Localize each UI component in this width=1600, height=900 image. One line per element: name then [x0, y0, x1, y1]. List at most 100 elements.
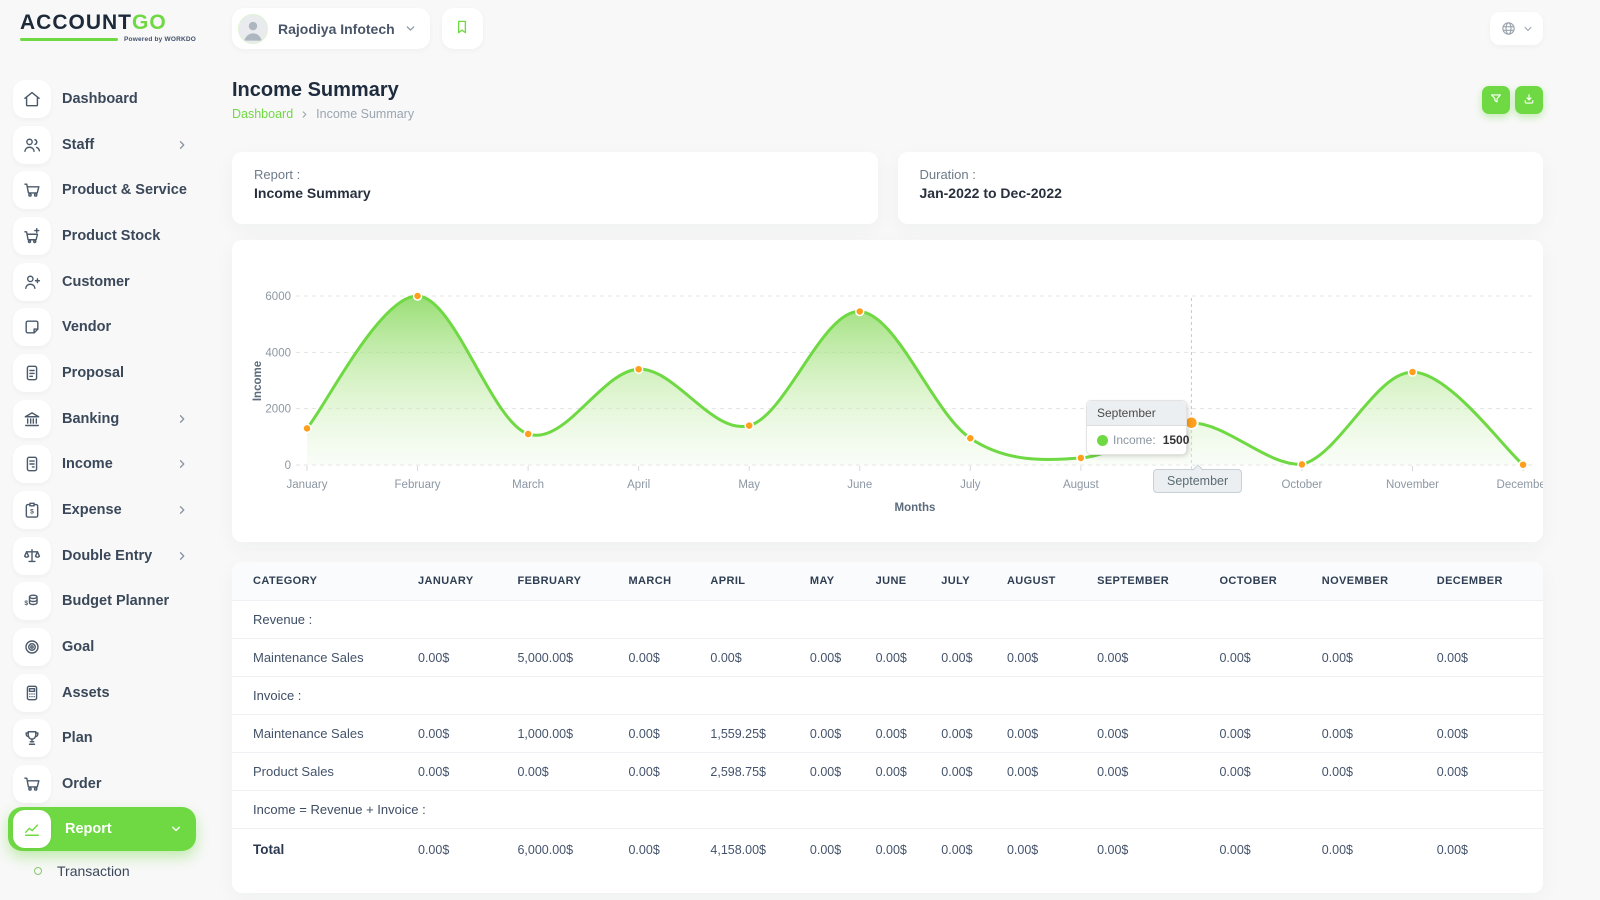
table-cell: 0.00$	[702, 639, 802, 677]
table-cell: 0.00$	[1211, 829, 1313, 871]
target-icon	[13, 628, 51, 666]
sidebar-item-plan[interactable]: Plan	[0, 716, 210, 762]
table-cell: 1,000.00$	[509, 715, 620, 753]
sidebar-item-label: Proposal	[62, 365, 124, 381]
column-header-february: February	[509, 562, 620, 601]
userplus-icon	[13, 263, 51, 301]
data-point-january[interactable]	[303, 424, 311, 432]
coins-icon: $	[13, 582, 51, 620]
sidebar-item-label: Assets	[62, 685, 110, 701]
data-point-march[interactable]	[524, 430, 532, 438]
sidebar-item-budget-planner[interactable]: $Budget Planner	[0, 579, 210, 625]
cartplus-icon	[13, 217, 51, 255]
sidebar-item-assets[interactable]: Assets	[0, 670, 210, 716]
table-cell: 0.00$	[620, 639, 702, 677]
table-row-section-revenue: Revenue :	[232, 601, 1543, 639]
data-point-november[interactable]	[1409, 368, 1417, 376]
table-cell: 0.00$	[933, 753, 999, 791]
income-area-chart[interactable]: 0200040006000JanuaryFebruaryMarchAprilMa…	[232, 240, 1543, 542]
sidebar-item-label: Expense	[62, 502, 122, 518]
table-cell: 0.00$	[933, 829, 999, 871]
data-point-august[interactable]	[1077, 454, 1085, 462]
data-point-october[interactable]	[1298, 460, 1306, 468]
duration-card: Duration : Jan-2022 to Dec-2022	[898, 152, 1544, 224]
svg-text:August: August	[1063, 479, 1100, 491]
sidebar-item-customer[interactable]: Customer	[0, 259, 210, 305]
topbar: Rajodiya Infotech	[232, 8, 1543, 50]
series-dot-icon	[1097, 435, 1108, 446]
sidebar-item-income[interactable]: Income	[0, 442, 210, 488]
svg-text:January: January	[287, 479, 328, 491]
sidebar-item-order[interactable]: Order	[0, 761, 210, 807]
duration-label: Duration :	[920, 167, 1522, 182]
sidebar-item-transaction[interactable]: Transaction	[0, 851, 210, 891]
table-cell: 6,000.00$	[509, 829, 620, 871]
cart-icon	[13, 765, 51, 803]
sidebar-item-report[interactable]: Report	[8, 807, 196, 851]
sidebar-item-label: Plan	[62, 730, 93, 746]
sidebar-item-label: Transaction	[57, 863, 130, 879]
data-point-june[interactable]	[856, 307, 864, 315]
chevron-right-icon	[176, 550, 188, 562]
table-cell: 0.00$	[933, 639, 999, 677]
column-header-category: Category	[232, 562, 410, 601]
sidebar-item-vendor[interactable]: Vendor	[0, 304, 210, 350]
column-header-january: January	[410, 562, 509, 601]
column-header-april: April	[702, 562, 802, 601]
income-summary-table: CategoryJanuaryFebruaryMarchAprilMayJune…	[232, 562, 1543, 870]
data-point-july[interactable]	[966, 434, 974, 442]
table-cell: 0.00$	[410, 829, 509, 871]
sidebar-item-expense[interactable]: $ Expense	[0, 487, 210, 533]
section-label: Revenue :	[232, 601, 1543, 639]
table-cell: 1,559.25$	[702, 715, 802, 753]
sidebar-item-product-service[interactable]: Product & Service	[0, 167, 210, 213]
page-title: Income Summary	[232, 79, 414, 102]
tooltip-series-label: Income:	[1113, 433, 1156, 447]
download-button[interactable]	[1515, 86, 1543, 114]
table-row-section-invoice: Invoice :	[232, 677, 1543, 715]
table-cell: 2,598.75$	[702, 753, 802, 791]
sidebar-item-label: Order	[62, 776, 102, 792]
breadcrumb-dashboard-link[interactable]: Dashboard	[232, 107, 293, 121]
svg-text:Months: Months	[895, 502, 936, 514]
table-cell: 0.00$	[620, 829, 702, 871]
filter-button[interactable]	[1482, 86, 1510, 114]
bank-icon	[13, 400, 51, 438]
svg-text:6000: 6000	[265, 291, 291, 303]
sidebar-item-product-stock[interactable]: Product Stock	[0, 213, 210, 259]
svg-text:March: March	[512, 479, 544, 491]
data-point-february[interactable]	[414, 292, 422, 300]
sidebar-item-double-entry[interactable]: Double Entry	[0, 533, 210, 579]
svg-text:November: November	[1386, 479, 1439, 491]
language-dropdown[interactable]	[1490, 12, 1543, 45]
powered-by-label: Powered by WORKDO	[124, 36, 196, 43]
svg-text:April: April	[627, 479, 650, 491]
table-cell: 0.00$	[1211, 753, 1313, 791]
table-cell: 0.00$	[1211, 639, 1313, 677]
company-dropdown[interactable]: Rajodiya Infotech	[232, 8, 430, 49]
column-header-november: November	[1314, 562, 1429, 601]
data-point-april[interactable]	[635, 365, 643, 373]
data-point-december[interactable]	[1519, 461, 1527, 469]
sidebar-item-goal[interactable]: Goal	[0, 624, 210, 670]
table-cell: 0.00$	[410, 715, 509, 753]
chevron-right-icon	[176, 458, 188, 470]
sidebar-item-banking[interactable]: Banking	[0, 396, 210, 442]
bookmark-button[interactable]	[442, 8, 483, 49]
cart-icon	[13, 171, 51, 209]
app-logo[interactable]: ACCOUNTGO Powered by WORKDO	[20, 12, 196, 43]
sidebar-item-dashboard[interactable]: Dashboard	[0, 76, 210, 122]
svg-text:$: $	[30, 509, 34, 516]
table-cell: 0.00$	[802, 639, 868, 677]
users-icon	[13, 126, 51, 164]
sidebar-item-label: Product Stock	[62, 228, 160, 244]
tooltip-value: 1500	[1163, 433, 1190, 447]
income-chart-card[interactable]: 0200040006000JanuaryFebruaryMarchAprilMa…	[232, 240, 1543, 542]
sidebar-item-staff[interactable]: Staff	[0, 122, 210, 168]
column-header-october: October	[1211, 562, 1313, 601]
report-value: Income Summary	[254, 185, 856, 201]
table-row-section-income-revenue-invoice: Income = Revenue + Invoice :	[232, 791, 1543, 829]
data-point-may[interactable]	[745, 422, 753, 430]
sidebar-item-proposal[interactable]: Proposal	[0, 350, 210, 396]
table-cell: 0.00$	[1314, 753, 1429, 791]
